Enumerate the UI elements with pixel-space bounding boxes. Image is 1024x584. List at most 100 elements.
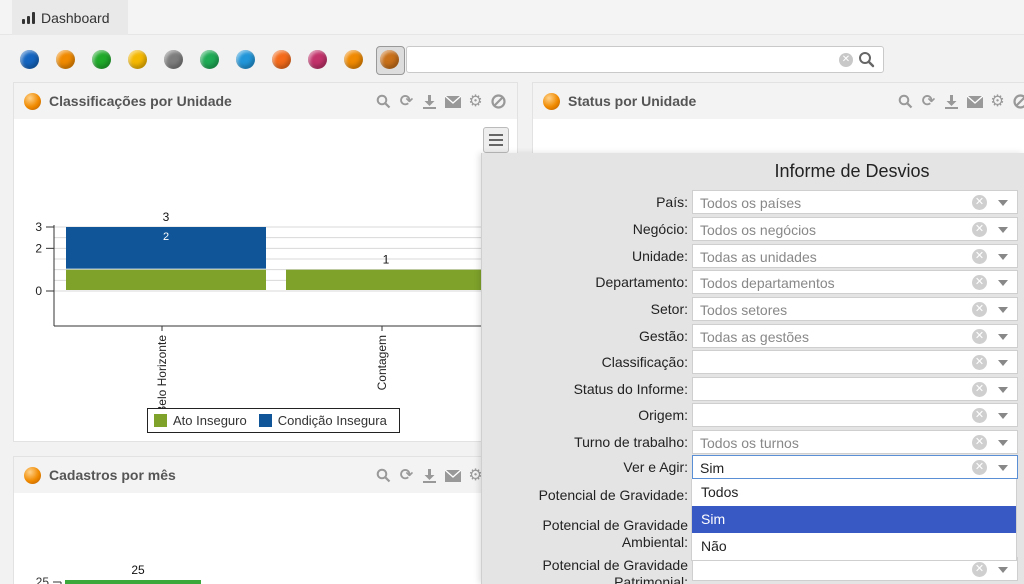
gear-icon[interactable]: ⚙	[467, 93, 484, 110]
refresh-icon[interactable]: ⟳	[398, 93, 415, 110]
search-icon[interactable]	[375, 93, 392, 110]
filter-select[interactable]: ✕	[692, 350, 1018, 374]
chevron-down-icon[interactable]	[998, 567, 1008, 573]
clear-icon[interactable]: ✕	[972, 435, 987, 450]
filter-select[interactable]: Todos os turnos ✕	[692, 430, 1018, 454]
filter-row: Setor: Todos setores ✕	[482, 297, 1024, 322]
filter-select[interactable]: Todos os países ✕	[692, 190, 1018, 214]
filter-label: Potencial de Gravidade Patrimonial:	[542, 557, 688, 584]
clear-icon[interactable]: ✕	[972, 408, 987, 423]
filter-row: Departamento: Todos departamentos ✕	[482, 270, 1024, 295]
theme-color-dot[interactable]	[92, 50, 111, 69]
clear-icon[interactable]: ✕	[972, 355, 987, 370]
dropdown-option[interactable]: Não	[692, 533, 1016, 560]
panel-orb-icon	[543, 92, 560, 110]
y-tick-label: 0	[35, 284, 42, 298]
filter-label: Ver e Agir:	[623, 459, 688, 475]
clear-icon[interactable]: ✕	[839, 53, 853, 67]
clear-icon[interactable]: ✕	[972, 249, 987, 264]
dropdown-option[interactable]: Sim	[692, 506, 1016, 533]
filter-label: Classificação:	[601, 354, 688, 370]
filter-label: Origem:	[638, 407, 688, 423]
theme-color-dot[interactable]	[344, 50, 363, 69]
theme-color-dot[interactable]	[20, 50, 39, 69]
theme-color-dot[interactable]	[272, 50, 291, 69]
filter-value: Todos os turnos	[700, 435, 799, 451]
theme-color-dot[interactable]	[236, 50, 255, 69]
y-tick-label: 2	[35, 241, 42, 255]
filter-row: Turno de trabalho: Todos os turnos ✕	[482, 430, 1024, 455]
tab-dashboard[interactable]: Dashboard	[12, 0, 128, 35]
legend-item-condicao[interactable]: Condição Insegura	[258, 413, 387, 428]
clear-icon[interactable]: ✕	[972, 329, 987, 344]
email-icon[interactable]	[966, 93, 983, 110]
clear-icon[interactable]: ✕	[972, 275, 987, 290]
chevron-down-icon[interactable]	[998, 465, 1008, 471]
filter-select[interactable]: ✕	[692, 377, 1018, 401]
filter-select[interactable]: ✕	[692, 403, 1018, 427]
download-icon[interactable]	[421, 467, 438, 484]
filter-select[interactable]: Sim ✕	[692, 455, 1018, 479]
theme-dot-wrapper	[92, 50, 111, 69]
clear-icon[interactable]: ✕	[972, 195, 987, 210]
clear-icon[interactable]: ✕	[972, 562, 987, 577]
download-icon[interactable]	[943, 93, 960, 110]
email-icon[interactable]	[444, 93, 461, 110]
search-icon[interactable]	[897, 93, 914, 110]
theme-dot-wrapper	[272, 50, 291, 69]
theme-color-dot[interactable]	[128, 50, 147, 69]
chevron-down-icon[interactable]	[998, 307, 1008, 313]
filter-row: País: Todos os países ✕	[482, 190, 1024, 215]
chevron-down-icon[interactable]	[998, 360, 1008, 366]
panel-classificacoes: Classificações por Unidade ⟳ ⚙ 0 2 3 2 3 Belo…	[13, 82, 518, 442]
legend-swatch	[154, 414, 167, 427]
legend-item-ato[interactable]: Ato Inseguro	[154, 413, 247, 428]
chevron-down-icon[interactable]	[998, 440, 1008, 446]
theme-color-dot[interactable]	[308, 50, 327, 69]
bar-ato	[66, 269, 266, 290]
dropdown-option[interactable]: Todos	[692, 479, 1016, 506]
close-icon[interactable]	[1012, 93, 1024, 110]
theme-color-dot[interactable]	[164, 50, 183, 69]
clear-icon[interactable]: ✕	[972, 460, 987, 475]
chevron-down-icon[interactable]	[998, 387, 1008, 393]
close-icon[interactable]	[490, 93, 507, 110]
search-input[interactable]	[407, 47, 827, 72]
tab-label: Dashboard	[41, 9, 110, 26]
chevron-down-icon[interactable]	[998, 227, 1008, 233]
clear-icon[interactable]: ✕	[972, 222, 987, 237]
chevron-down-icon[interactable]	[998, 254, 1008, 260]
search-icon[interactable]	[375, 467, 392, 484]
gear-icon[interactable]: ⚙	[989, 93, 1006, 110]
filter-select[interactable]: Todas as gestões ✕	[692, 324, 1018, 348]
email-icon[interactable]	[444, 467, 461, 484]
chevron-down-icon[interactable]	[998, 334, 1008, 340]
filter-label: Potencial de Gravidade:	[538, 487, 688, 503]
clear-icon[interactable]: ✕	[972, 302, 987, 317]
theme-dot-wrapper	[20, 50, 39, 69]
theme-color-dot[interactable]	[56, 50, 75, 69]
chevron-down-icon[interactable]	[998, 413, 1008, 419]
theme-dot-wrapper	[344, 50, 363, 69]
cadastros-chart: 25 25	[36, 563, 201, 584]
filter-select[interactable]: Todos os negócios ✕	[692, 217, 1018, 241]
search-icon[interactable]	[858, 51, 875, 73]
chart-menu-button[interactable]	[483, 127, 509, 153]
filter-select[interactable]: Todos setores ✕	[692, 297, 1018, 321]
x-category-label: Contagem	[375, 335, 389, 390]
theme-color-dot[interactable]	[200, 50, 219, 69]
filter-select[interactable]: Todas as unidades ✕	[692, 244, 1018, 268]
x-category-label: Belo Horizonte	[155, 335, 169, 414]
refresh-icon[interactable]: ⟳	[920, 93, 937, 110]
theme-color-dot[interactable]	[380, 50, 399, 69]
clear-icon[interactable]: ✕	[972, 382, 987, 397]
filter-value: Todos os países	[700, 195, 802, 211]
filter-select[interactable]: Todos departamentos ✕	[692, 270, 1018, 294]
download-icon[interactable]	[421, 93, 438, 110]
chevron-down-icon[interactable]	[998, 280, 1008, 286]
chevron-down-icon[interactable]	[998, 200, 1008, 206]
filter-value: Todas as gestões	[700, 329, 809, 345]
classificacoes-chart: 0 2 3 2 3 Belo Horizonte 1 Contagem	[35, 210, 484, 414]
refresh-icon[interactable]: ⟳	[398, 467, 415, 484]
ver-e-agir-options: Todos Sim Não	[691, 479, 1017, 561]
